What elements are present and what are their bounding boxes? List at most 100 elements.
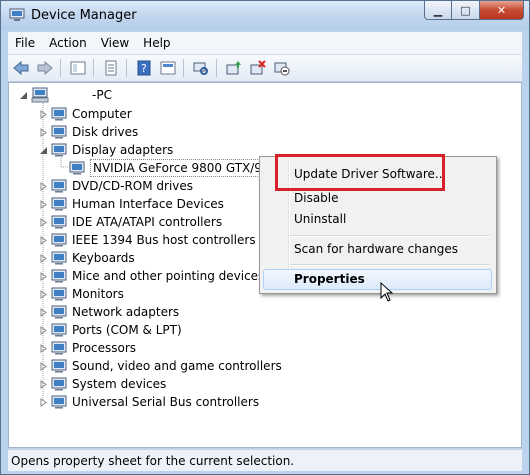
display-adapter-icon — [69, 161, 85, 175]
tree-category-label: Ports (COM & LPT) — [72, 323, 182, 337]
minimize-button[interactable]: ▁ — [424, 1, 452, 20]
forward-button[interactable] — [34, 58, 56, 78]
expand-icon[interactable] — [39, 326, 48, 335]
tree-category-label: Sound, video and game controllers — [72, 359, 282, 373]
tree-category-label: Human Interface Devices — [72, 197, 224, 211]
tree-category-label: Network adapters — [72, 305, 180, 319]
disable-icon — [274, 62, 290, 76]
properties-button[interactable] — [100, 58, 122, 78]
scan-hardware-button[interactable] — [190, 58, 212, 78]
monitor-icon — [51, 287, 67, 301]
close-button[interactable]: ✕ — [480, 1, 524, 20]
tree-category-label: Keyboards — [72, 251, 135, 265]
keyboard-icon — [51, 251, 67, 265]
mouse-cursor-icon — [380, 282, 394, 302]
menu-uninstall[interactable]: Uninstall — [294, 212, 346, 226]
disk-drive-icon — [51, 125, 67, 139]
tree-category-label: Display adapters — [72, 143, 174, 157]
menu-file[interactable]: File — [8, 36, 42, 50]
help-icon: ? — [137, 60, 151, 76]
update-driver-highlight-box — [275, 154, 445, 191]
dvd-drive-icon — [51, 179, 67, 193]
up-button[interactable] — [67, 58, 89, 78]
expand-icon[interactable] — [39, 290, 48, 299]
processor-icon — [51, 341, 67, 355]
device-manager-icon — [9, 8, 25, 21]
tree-category-label: Disk drives — [72, 125, 139, 139]
maximize-icon: □ — [460, 3, 471, 17]
expand-icon[interactable] — [39, 398, 48, 407]
menu-properties[interactable]: Properties — [294, 272, 365, 286]
properties-icon — [105, 60, 117, 76]
back-icon — [13, 61, 29, 75]
status-bar: Opens property sheet for the current sel… — [8, 449, 522, 471]
tree-category-label: Computer — [72, 107, 132, 121]
maximize-button[interactable]: □ — [452, 1, 480, 20]
ide-controller-icon — [51, 215, 67, 229]
toolbar-separator — [183, 59, 184, 77]
tree-category-label: System devices — [72, 377, 167, 391]
tree-category-label: Mice and other pointing devices — [72, 269, 265, 283]
collapse-icon — [20, 92, 27, 99]
computer-icon — [31, 87, 49, 103]
menu-disable[interactable]: Disable — [294, 191, 339, 205]
usb-icon — [51, 395, 67, 409]
title-bar[interactable]: Device Manager ▁ □ ✕ — [1, 1, 529, 31]
status-text: Opens property sheet for the current sel… — [11, 454, 295, 468]
tree-root-label: -PC — [92, 88, 112, 102]
show-hide-icon — [160, 61, 176, 75]
disable-button[interactable] — [271, 58, 293, 78]
show-hide-button[interactable] — [157, 58, 179, 78]
svg-text:?: ? — [141, 62, 147, 75]
toolbar: ? — [8, 55, 522, 82]
context-menu-separator — [290, 264, 490, 266]
menu-scan-hardware[interactable]: Scan for hardware changes — [294, 242, 458, 256]
mouse-icon — [51, 269, 67, 283]
expand-icon[interactable] — [39, 110, 48, 119]
ieee1394-icon — [51, 233, 67, 247]
tree-category-label: IDE ATA/ATAPI controllers — [72, 215, 223, 229]
back-button[interactable] — [10, 58, 32, 78]
hid-icon — [51, 197, 67, 211]
expand-icon[interactable] — [39, 272, 48, 281]
collapse-icon[interactable] — [39, 146, 48, 155]
menu-bar: File Action View Help — [8, 32, 522, 55]
display-adapter-icon — [51, 143, 67, 157]
update-driver-icon — [226, 61, 241, 75]
system-device-icon — [51, 377, 67, 391]
toolbar-separator — [60, 59, 61, 77]
expand-icon[interactable] — [39, 182, 48, 191]
tree-category-label: Processors — [72, 341, 137, 355]
menu-help[interactable]: Help — [136, 36, 177, 50]
scan-hardware-icon — [193, 62, 208, 75]
context-menu-separator — [290, 235, 490, 237]
expand-icon[interactable] — [39, 344, 48, 353]
uninstall-icon — [250, 60, 266, 75]
expand-icon[interactable] — [39, 362, 48, 371]
forward-icon — [37, 61, 53, 75]
tree-category-label: Monitors — [72, 287, 124, 301]
help-button[interactable]: ? — [133, 58, 155, 78]
network-adapter-icon — [51, 305, 67, 319]
update-driver-button[interactable] — [223, 58, 245, 78]
tree-category-label: IEEE 1394 Bus host controllers — [72, 233, 256, 247]
window-title: Device Manager — [31, 8, 137, 23]
uninstall-button[interactable] — [247, 58, 269, 78]
up-icon — [70, 61, 86, 75]
tree-category-label: Universal Serial Bus controllers — [72, 395, 260, 409]
toolbar-separator — [126, 59, 127, 77]
minimize-icon: ▁ — [433, 3, 443, 17]
expand-icon[interactable] — [39, 254, 48, 263]
expand-icon[interactable] — [39, 308, 48, 317]
close-icon: ✕ — [496, 3, 507, 17]
expand-icon[interactable] — [39, 218, 48, 227]
expand-icon[interactable] — [39, 380, 48, 389]
expand-icon[interactable] — [39, 200, 48, 209]
expand-icon[interactable] — [39, 128, 48, 137]
tree-category-label: DVD/CD-ROM drives — [72, 179, 194, 193]
menu-action[interactable]: Action — [42, 36, 94, 50]
menu-view[interactable]: View — [94, 36, 136, 50]
sound-icon — [51, 359, 67, 373]
toolbar-separator — [93, 59, 94, 77]
expand-icon[interactable] — [39, 236, 48, 245]
